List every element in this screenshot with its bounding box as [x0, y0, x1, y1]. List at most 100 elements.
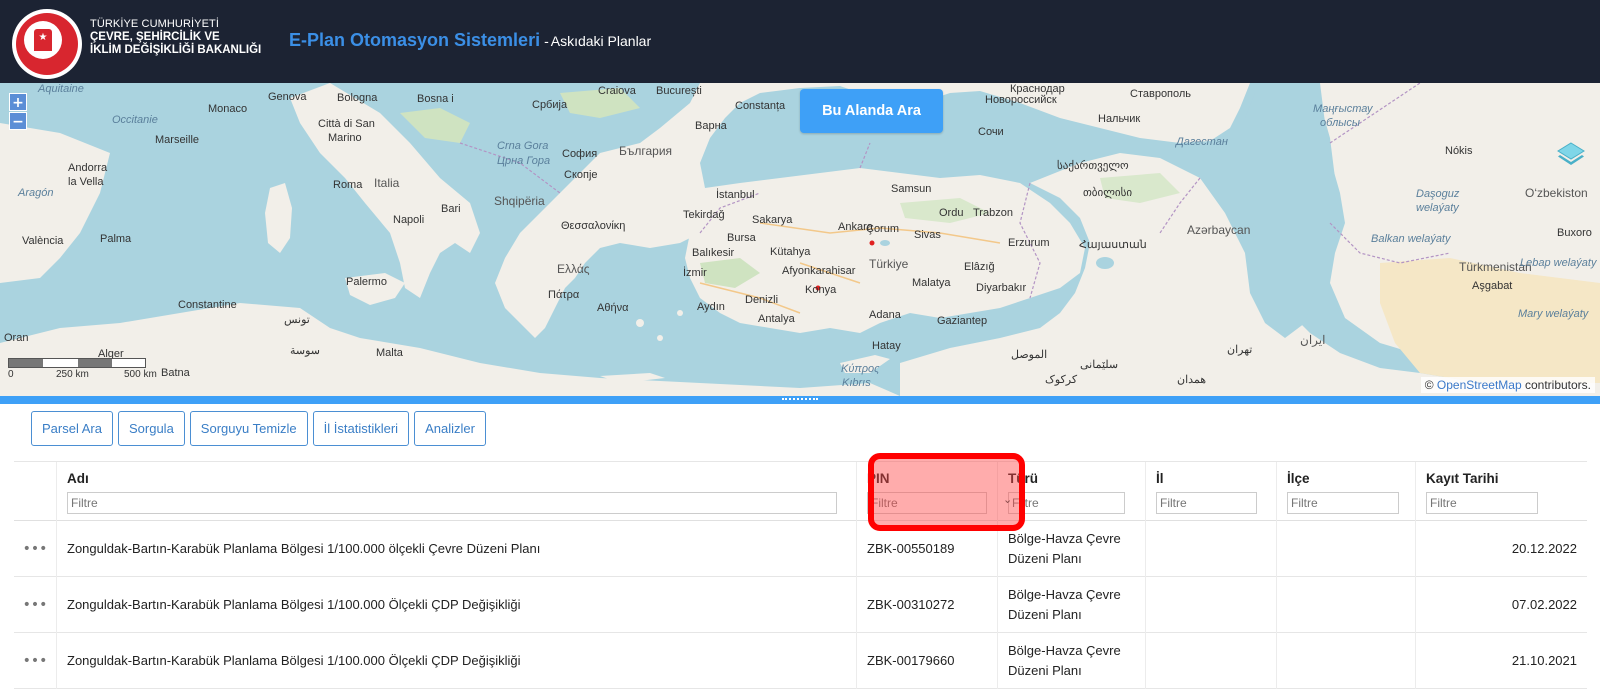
ministry-line-2: ÇEVRE, ŞEHİRCİLİK VE [90, 31, 220, 43]
search-this-area-button[interactable]: Bu Alanda Ara [800, 89, 943, 133]
map-label: Kıbrıs [842, 377, 871, 389]
zoom-out-button[interactable]: − [9, 112, 27, 130]
map-label: Shqipëria [494, 194, 545, 208]
column-title[interactable]: PIN [867, 471, 890, 486]
map-label: Azərbaycan [1187, 223, 1251, 237]
column-header-district: İlçe [1276, 462, 1415, 521]
map-label: București [656, 85, 702, 97]
map-label: کرکوک [1045, 374, 1078, 386]
column-title[interactable]: Türü [1008, 471, 1038, 486]
plan-date: 07.02.2022 [1511, 597, 1577, 612]
map-label: Нальчик [1098, 113, 1141, 125]
map-label: საქართველო [1057, 160, 1129, 172]
map-label: Ελλάς [557, 262, 590, 276]
map-label: Tekirdağ [683, 209, 725, 221]
analyses-button[interactable]: Analizler [414, 411, 486, 446]
map-label: Craiova [598, 85, 636, 97]
openstreetmap-link[interactable]: OpenStreetMap [1437, 378, 1522, 392]
map-label: Marino [328, 132, 362, 144]
cell-province [1145, 521, 1276, 577]
map-label: Afyonkarahisar [782, 265, 856, 277]
app-title[interactable]: E-Plan Otomasyon Sistemleri [289, 30, 540, 50]
table-row[interactable]: ••• Zonguldak-Bartın-Karabük Planlama Bö… [14, 521, 1587, 577]
plan-date: 21.10.2021 [1511, 653, 1577, 668]
plans-table: Adı PIN Türü İl İlçe Kayıt Tarihi ••• Zo… [14, 461, 1587, 695]
column-header-province: İl [1145, 462, 1276, 521]
map-attribution: © OpenStreetMap contributors. [1420, 377, 1595, 393]
clear-query-button[interactable]: Sorguyu Temizle [189, 411, 308, 446]
map-label: Nókis [1445, 145, 1473, 157]
column-header-pin: PIN [856, 462, 997, 521]
map-label: Скопје [564, 169, 598, 181]
plan-pin: ZBK-00550189 [867, 541, 955, 556]
map-label: همدان [1177, 374, 1207, 386]
map-label: Маңғыстау [1313, 103, 1373, 115]
map-label: سوسة [290, 345, 321, 357]
map-label: Samsun [891, 183, 932, 195]
map-label: Çorum [866, 223, 900, 235]
map-view[interactable]: Genova Bologna Bosna i Србија Craiova Bu… [0, 83, 1600, 396]
plan-name: Zonguldak-Bartın-Karabük Planlama Bölges… [67, 597, 521, 612]
map-label: Србија [532, 99, 568, 111]
province-statistics-button[interactable]: İl İstatistikleri [312, 411, 410, 446]
plan-name: Zonguldak-Bartın-Karabük Planlama Bölges… [67, 653, 521, 668]
panel-splitter[interactable] [0, 396, 1600, 404]
map-label: Denizli [745, 294, 779, 306]
map-label: Elâzığ [964, 261, 995, 273]
map-label: България [619, 144, 673, 158]
pin-filter-input[interactable] [867, 492, 987, 514]
plan-type-line2: Düzeni Planı [1008, 607, 1082, 622]
layers-icon[interactable] [1556, 139, 1586, 169]
title-separator: - [544, 33, 549, 49]
table-row[interactable]: ••• Zonguldak-Bartın-Karabük Planlama Bö… [14, 633, 1587, 689]
map-label: თბილისი [1083, 187, 1133, 199]
cell-pin: ZBK-00550189 [856, 521, 997, 577]
column-title[interactable]: Adı [67, 471, 89, 486]
splitter-grip-icon[interactable] [782, 398, 818, 402]
map-label: Gaziantep [937, 315, 988, 327]
column-title[interactable]: Kayıt Tarihi [1426, 471, 1499, 486]
map-label: Occitanie [112, 114, 158, 126]
zoom-in-button[interactable]: + [9, 93, 27, 111]
map-label: Crna Gora [497, 140, 549, 152]
map-label: Варна [695, 120, 727, 132]
ministry-line-3: İKLİM DEĞİŞİKLİĞİ BAKANLIĞI [90, 44, 262, 56]
name-filter-input[interactable] [67, 492, 837, 514]
map-label: Новороссийск [985, 94, 1057, 106]
row-menu-icon[interactable]: ••• [14, 577, 56, 633]
plan-pin: ZBK-00179660 [867, 653, 955, 668]
map-label: Italia [374, 176, 400, 190]
map-label: Црна Гора [497, 155, 551, 167]
query-button[interactable]: Sorgula [117, 411, 185, 446]
map-label: Πάτρα [548, 289, 580, 301]
plan-pin: ZBK-00310272 [867, 597, 955, 612]
map-label: Краснодар [1010, 83, 1065, 95]
map-label: Andorra [68, 162, 108, 174]
map-label: Aragón [18, 187, 54, 199]
map-label: Kütahya [770, 246, 811, 258]
map-label: Batna [161, 367, 190, 379]
column-title[interactable]: İl [1156, 471, 1164, 486]
row-menu-icon[interactable]: ••• [14, 633, 56, 689]
attribution-suffix: contributors. [1524, 378, 1591, 392]
map-label: Oran [4, 332, 29, 344]
map-label: Buxoro [1557, 227, 1592, 239]
map-label: Κύπρος [841, 363, 880, 375]
date-filter-input[interactable] [1426, 492, 1538, 514]
ministry-seal-icon: ★ [12, 9, 82, 79]
type-filter-input[interactable] [1008, 492, 1125, 514]
map-label: Lebap welaýaty [1520, 257, 1597, 269]
map-label: Marseille [155, 134, 200, 146]
map-label: облысы [1320, 117, 1360, 129]
map-label: Balıkesir [692, 247, 735, 259]
plan-type-line2: Düzeni Planı [1008, 551, 1082, 566]
table-row[interactable]: ••• Zonguldak-Bartın-Karabük Planlama Bö… [14, 577, 1587, 633]
chevron-down-icon[interactable]: ⌄ [1003, 493, 1012, 506]
column-title[interactable]: İlçe [1287, 471, 1310, 486]
cell-type: Bölge-Havza Çevre Düzeni Planı [997, 633, 1145, 689]
column-header-type: Türü [997, 462, 1145, 521]
district-filter-input[interactable] [1287, 492, 1399, 514]
province-filter-input[interactable] [1156, 492, 1257, 514]
row-menu-icon[interactable]: ••• [14, 521, 56, 577]
parcel-search-button[interactable]: Parsel Ara [31, 411, 113, 446]
